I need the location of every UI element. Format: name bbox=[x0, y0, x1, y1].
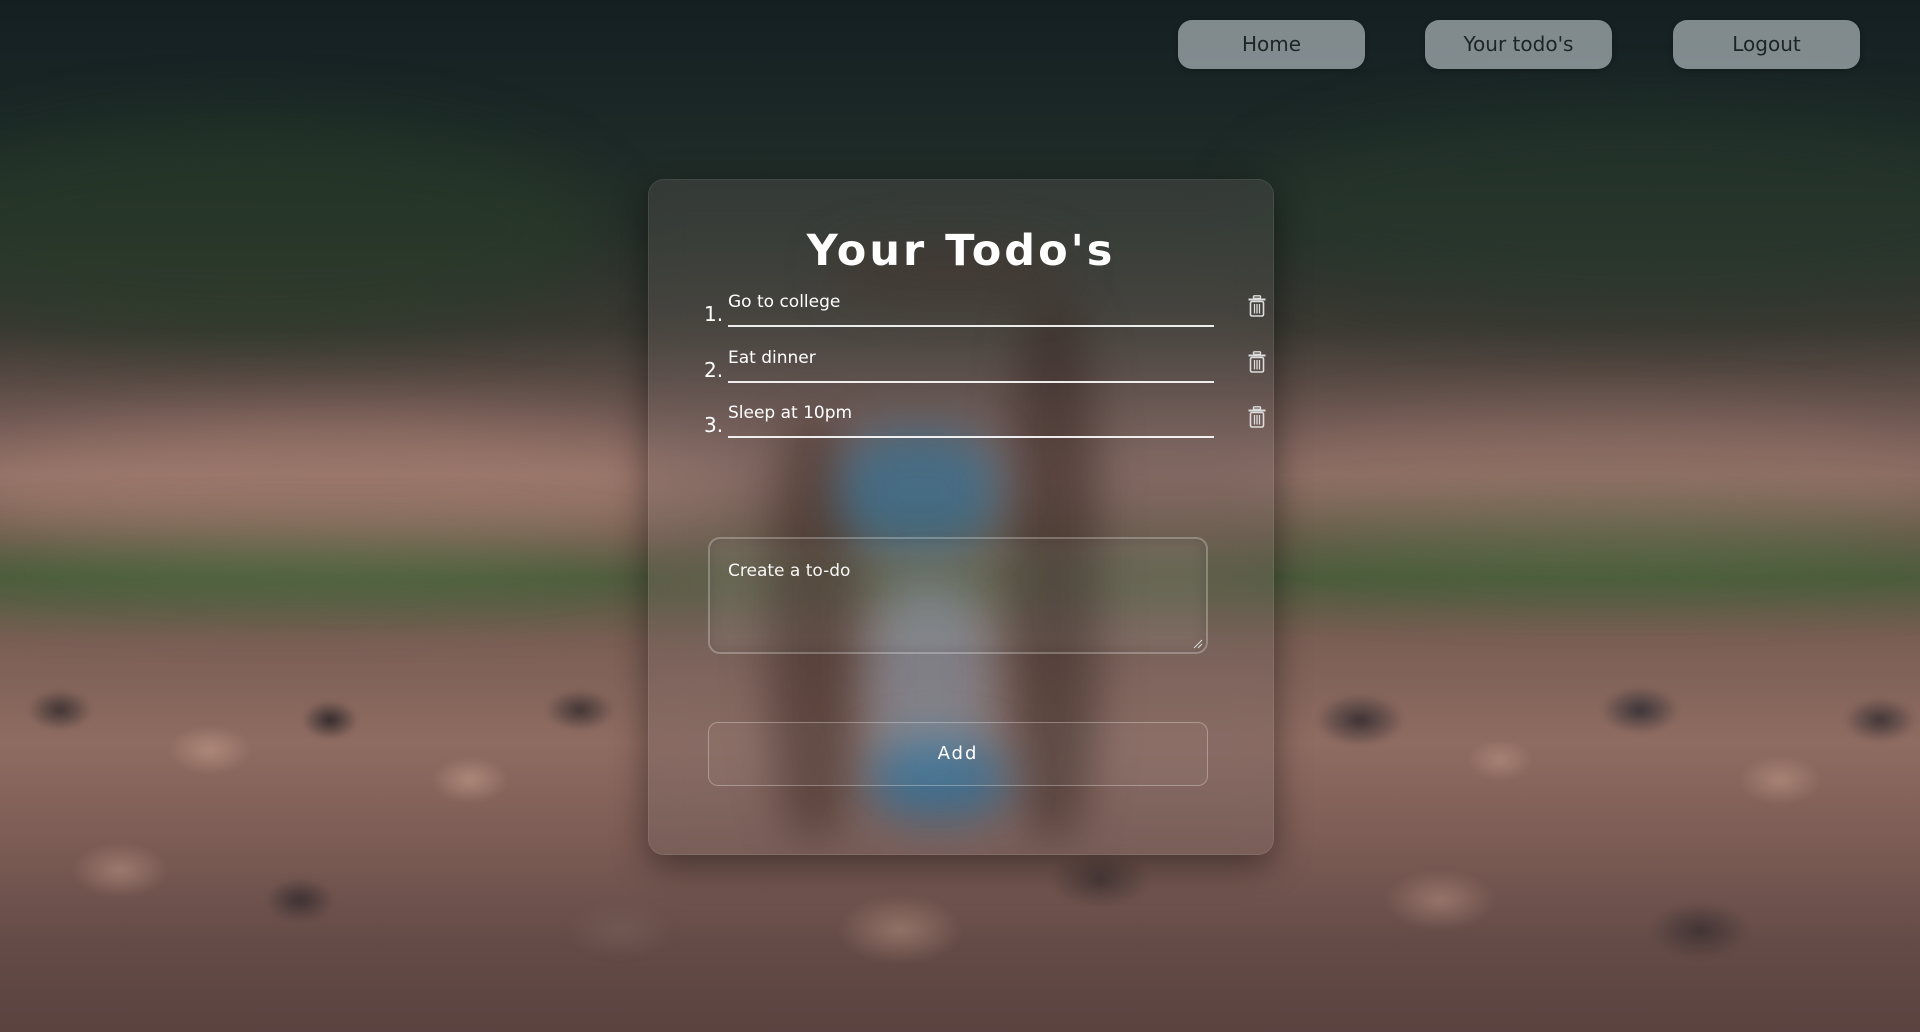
todo-item: 1. Go to college bbox=[704, 288, 1266, 328]
todo-underline bbox=[728, 381, 1214, 383]
page-title: Your Todo's bbox=[806, 226, 1116, 276]
todo-text[interactable]: Go to college bbox=[728, 292, 840, 312]
new-todo-textarea[interactable]: Create a to-do bbox=[708, 537, 1208, 654]
trash-icon[interactable] bbox=[1248, 406, 1266, 428]
trash-icon[interactable] bbox=[1248, 295, 1266, 317]
todo-item: 3. Sleep at 10pm bbox=[704, 399, 1266, 439]
nav-home-button[interactable]: Home bbox=[1178, 20, 1365, 69]
todo-number: 1. bbox=[704, 302, 724, 326]
trash-icon[interactable] bbox=[1248, 351, 1266, 373]
nav-your-todos-button[interactable]: Your todo's bbox=[1425, 20, 1612, 69]
todo-card: Your Todo's 1. Go to college 2. Eat dinn… bbox=[648, 179, 1274, 855]
new-todo-placeholder: Create a to-do bbox=[728, 561, 851, 581]
todo-text[interactable]: Sleep at 10pm bbox=[728, 403, 852, 423]
todo-underline bbox=[728, 325, 1214, 327]
todo-item: 2. Eat dinner bbox=[704, 344, 1266, 384]
nav-logout-button[interactable]: Logout bbox=[1673, 20, 1860, 69]
todo-underline bbox=[728, 436, 1214, 438]
todo-text[interactable]: Eat dinner bbox=[728, 348, 816, 368]
todo-number: 3. bbox=[704, 413, 724, 437]
todo-number: 2. bbox=[704, 358, 724, 382]
resize-grip-icon[interactable] bbox=[1193, 639, 1203, 649]
add-button[interactable]: Add bbox=[708, 722, 1208, 786]
